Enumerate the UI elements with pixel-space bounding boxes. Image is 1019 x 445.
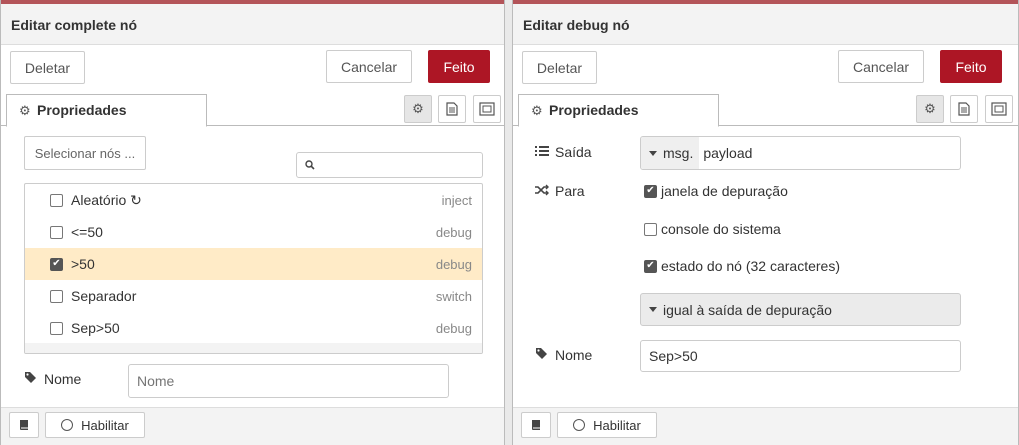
output-value: payload — [703, 145, 753, 161]
name-label-text: Nome — [555, 347, 593, 363]
node-type: debug — [435, 320, 472, 336]
gear-icon: ⚙ — [924, 101, 936, 116]
description-icon — [446, 102, 458, 116]
gear-icon: ⚙ — [531, 103, 543, 118]
option-debug-window[interactable]: ✔ janela de depuração — [644, 183, 788, 199]
node-checkbox[interactable] — [50, 289, 63, 303]
tab-bar: ⚙ Propriedades ⚙ — [513, 93, 1018, 127]
list-item[interactable]: Aleatório ↻ inject — [25, 184, 482, 216]
appearance-icon — [991, 102, 1007, 116]
delete-button[interactable]: Deletar — [522, 51, 597, 84]
description-tab-icon[interactable] — [438, 95, 466, 123]
name-label: Nome — [24, 371, 81, 387]
node-checkbox[interactable] — [50, 193, 63, 207]
done-button[interactable]: Feito — [428, 50, 490, 83]
debug-node-editor: Editar debug nó Deletar Cancelar Feito ⚙… — [512, 0, 1019, 445]
name-label-text: Nome — [44, 371, 82, 387]
node-type: inject — [441, 192, 472, 208]
list-item[interactable]: <=50 debug — [25, 216, 482, 248]
name-input[interactable]: Sep>50 — [640, 340, 961, 372]
search-icon — [305, 160, 315, 170]
list-icon — [535, 145, 551, 160]
tab-properties[interactable]: ⚙ Propriedades — [6, 94, 207, 127]
debug-window-label: janela de depuração — [661, 183, 788, 199]
enable-toggle[interactable]: Habilitar — [557, 412, 657, 438]
status-type-value: igual à saída de depuração — [663, 301, 832, 318]
node-label: Aleatório ↻ — [71, 191, 142, 208]
gear-icon: ⚙ — [412, 101, 424, 116]
node-label: Sep>50 — [71, 320, 120, 336]
to-label: Para — [535, 183, 585, 199]
cancel-button[interactable]: Cancelar — [838, 50, 924, 83]
node-checkbox[interactable] — [50, 321, 63, 335]
enable-toggle[interactable]: Habilitar — [45, 412, 145, 438]
enable-radio-icon — [573, 419, 586, 431]
node-label: >50 — [71, 256, 95, 272]
output-typed-input[interactable]: msg. payload — [640, 136, 961, 170]
cancel-button[interactable]: Cancelar — [326, 50, 412, 83]
panel-divider — [505, 0, 512, 445]
option-node-status[interactable]: ✔ estado do nó (32 caracteres) — [644, 258, 840, 274]
search-input[interactable] — [296, 152, 483, 178]
gear-icon: ⚙ — [19, 103, 31, 118]
help-button[interactable] — [521, 412, 551, 438]
tab-bar: ⚙ Propriedades ⚙ — [1, 93, 504, 127]
caret-down-icon — [649, 307, 657, 312]
enable-label: Habilitar — [81, 417, 129, 433]
output-prefix: msg. — [663, 145, 694, 161]
status-type-select[interactable]: igual à saída de depuração — [640, 293, 961, 326]
node-list: Aleatório ↻ inject <=50 debug ✔ >50 debu… — [24, 183, 483, 354]
editor-footer: Habilitar — [1, 407, 504, 445]
enable-radio-icon — [61, 419, 74, 431]
description-icon — [958, 102, 970, 116]
node-label: Separador — [71, 288, 137, 304]
tag-icon — [535, 347, 551, 363]
appearance-icon — [479, 102, 495, 116]
list-item-selected[interactable]: ✔ >50 debug — [25, 248, 482, 280]
system-console-label: console do sistema — [661, 221, 781, 237]
settings-tab-icon[interactable]: ⚙ — [916, 95, 944, 123]
delete-button[interactable]: Deletar — [10, 51, 85, 84]
name-label: Nome — [535, 347, 592, 363]
description-tab-icon[interactable] — [950, 95, 978, 123]
settings-tab-icon[interactable]: ⚙ — [404, 95, 432, 123]
appearance-tab-icon[interactable] — [473, 95, 501, 123]
appearance-tab-icon[interactable] — [985, 95, 1013, 123]
book-icon — [532, 420, 540, 430]
output-type-selector[interactable]: msg. — [641, 137, 700, 169]
list-scroll-area — [25, 343, 482, 353]
node-checkbox[interactable]: ✔ — [50, 257, 63, 271]
shuffle-icon — [535, 184, 551, 199]
node-status-label: estado do nó (32 caracteres) — [661, 258, 840, 274]
name-input[interactable] — [128, 364, 449, 398]
output-label-text: Saída — [555, 144, 592, 160]
node-type: debug — [435, 256, 472, 272]
node-checkbox[interactable] — [50, 225, 63, 239]
node-type: switch — [435, 288, 472, 304]
editor-title: Editar debug nó — [513, 4, 1018, 45]
tab-properties-label: Propriedades — [549, 102, 639, 118]
tab-properties[interactable]: ⚙ Propriedades — [518, 94, 719, 127]
help-button[interactable] — [9, 412, 39, 438]
complete-node-editor: Editar complete nó Deletar Cancelar Feit… — [0, 0, 505, 445]
system-console-checkbox[interactable] — [644, 222, 657, 236]
output-label: Saída — [535, 144, 592, 160]
select-nodes-button[interactable]: Selecionar nós ... — [24, 136, 146, 170]
enable-label: Habilitar — [593, 417, 641, 433]
caret-down-icon — [649, 150, 657, 156]
list-item[interactable]: Separador switch — [25, 280, 482, 312]
to-label-text: Para — [555, 183, 585, 199]
node-status-checkbox[interactable]: ✔ — [644, 259, 657, 273]
node-type: debug — [435, 224, 472, 240]
tag-icon — [24, 371, 40, 387]
done-button[interactable]: Feito — [940, 50, 1002, 83]
option-system-console[interactable]: console do sistema — [644, 221, 781, 237]
node-label: <=50 — [71, 224, 103, 240]
tab-properties-label: Propriedades — [37, 102, 127, 118]
debug-window-checkbox[interactable]: ✔ — [644, 184, 657, 198]
book-icon — [20, 420, 28, 430]
list-item[interactable]: Sep>50 debug — [25, 312, 482, 344]
editor-title: Editar complete nó — [1, 4, 504, 45]
editor-footer: Habilitar — [513, 407, 1018, 445]
